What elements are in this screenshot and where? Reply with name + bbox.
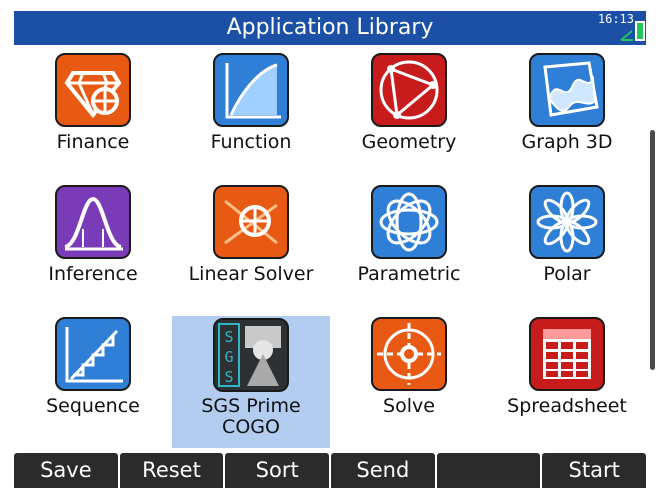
sgs-prime-cogo-icon: S G S xyxy=(213,318,289,392)
page-title: Application Library xyxy=(226,15,434,40)
finance-icon xyxy=(55,53,131,127)
app-label: Parametric xyxy=(357,263,461,285)
app-sequence[interactable]: Sequence xyxy=(14,317,172,447)
parametric-icon xyxy=(371,185,447,259)
polar-icon xyxy=(529,185,605,259)
app-polar[interactable]: Polar xyxy=(488,185,646,305)
app-label: Graph 3D xyxy=(521,131,613,153)
reset-button[interactable]: Reset xyxy=(119,453,224,488)
app-label: Spreadsheet xyxy=(507,395,627,417)
app-graph-3d[interactable]: Graph 3D xyxy=(488,53,646,173)
title-bar: Application Library 16:13 xyxy=(14,11,646,45)
geometry-icon xyxy=(371,53,447,127)
app-label: Sequence xyxy=(46,395,140,417)
app-finance[interactable]: Finance xyxy=(14,53,172,173)
svg-text:S: S xyxy=(224,368,233,386)
solve-icon xyxy=(371,317,447,391)
app-grid: Finance Function Geometry Graph 3D Infer… xyxy=(14,45,646,453)
app-geometry[interactable]: Geometry xyxy=(330,53,488,173)
inference-icon xyxy=(55,185,131,259)
app-label: Polar xyxy=(543,263,591,285)
empty-softkey[interactable] xyxy=(436,453,541,488)
spreadsheet-icon xyxy=(529,317,605,391)
app-label: Linear Solver xyxy=(188,263,314,285)
app-solve[interactable]: Solve xyxy=(330,317,488,447)
scrollbar[interactable] xyxy=(650,130,655,370)
app-label: Finance xyxy=(56,131,130,153)
function-icon xyxy=(213,53,289,127)
send-button[interactable]: Send xyxy=(331,453,435,488)
app-linear-solver[interactable]: Linear Solver xyxy=(172,185,330,305)
app-inference[interactable]: Inference xyxy=(14,185,172,305)
app-sgs-prime-cogo[interactable]: S G S SGS Prime COGO xyxy=(172,316,330,448)
graph-3d-icon xyxy=(529,53,605,127)
angle-mode-icon xyxy=(620,30,633,41)
app-parametric[interactable]: Parametric xyxy=(330,185,488,305)
sort-button[interactable]: Sort xyxy=(225,453,330,488)
svg-text:G: G xyxy=(224,348,233,366)
svg-text:S: S xyxy=(224,328,233,346)
clock: 16:13 xyxy=(597,12,634,26)
app-function[interactable]: Function xyxy=(172,53,330,173)
sequence-icon xyxy=(55,317,131,391)
app-label: Solve xyxy=(383,395,435,417)
app-label: SGS Prime COGO xyxy=(201,395,301,438)
start-button[interactable]: Start xyxy=(542,453,647,488)
save-button[interactable]: Save xyxy=(14,453,118,488)
app-spreadsheet[interactable]: Spreadsheet xyxy=(488,317,646,447)
battery-icon xyxy=(635,21,645,41)
app-label: Function xyxy=(210,131,292,153)
app-label: Inference xyxy=(48,263,138,285)
soft-key-menu: Save Reset Sort Send Start xyxy=(14,453,647,488)
linear-solver-icon xyxy=(213,185,289,259)
app-label: Geometry xyxy=(361,131,457,153)
